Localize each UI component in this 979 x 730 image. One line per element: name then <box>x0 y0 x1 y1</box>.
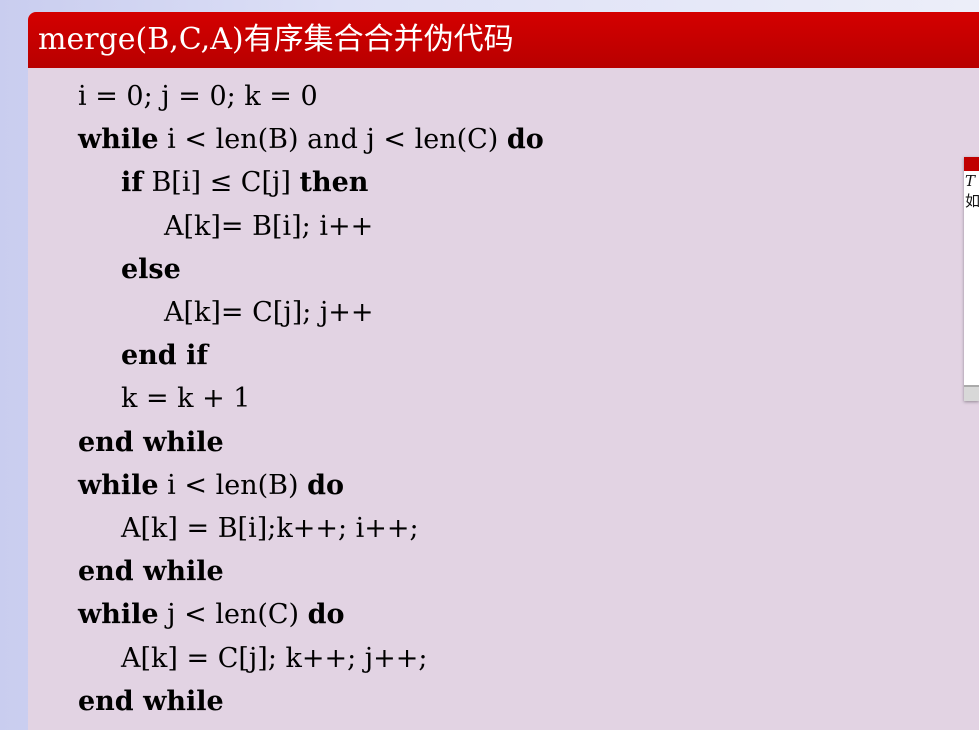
code-line: k = k + 1 <box>121 384 250 414</box>
code-keyword: then <box>299 167 369 199</box>
code-keyword: end if <box>121 340 208 372</box>
code-line: while j < len(C) do <box>78 600 345 630</box>
block-title: merge(B,C,A)有序集合合并伪代码 <box>28 12 979 68</box>
code-keyword: end while <box>78 556 224 588</box>
code-text: i = 0; j = 0; k = 0 <box>78 81 318 112</box>
code-line: end while <box>78 557 224 587</box>
popup-text-line-1: T <box>965 172 976 190</box>
code-line: else <box>121 253 181 285</box>
algorithm-block: merge(B,C,A)有序集合合并伪代码 i = 0; j = 0; k = … <box>28 12 979 730</box>
code-keyword: while <box>78 469 159 501</box>
code-line: end while <box>78 426 224 458</box>
code-line: i = 0; j = 0; k = 0 <box>78 82 318 112</box>
popup-window-fragment[interactable]: T 如 <box>964 157 979 401</box>
code-line: while i < len(B) do <box>78 469 344 501</box>
code-text: A[k]= B[i]; i++ <box>164 210 374 242</box>
code-keyword: if <box>121 167 143 199</box>
code-line: A[k]= C[j]; j++ <box>164 298 374 328</box>
code-text: B[i] ≤ C[j] <box>142 167 300 199</box>
code-line: end if <box>121 341 208 371</box>
code-line: if B[i] ≤ C[j] then <box>121 168 368 198</box>
code-keyword: end while <box>78 426 224 458</box>
popup-bottom-bar <box>964 385 979 401</box>
code-line: end while <box>78 685 224 717</box>
code-line: while i < len(B) and j < len(C) do <box>78 125 544 155</box>
popup-title-bar[interactable] <box>964 157 979 171</box>
code-keyword: end while <box>78 685 224 717</box>
code-line: A[k]= B[i]; i++ <box>164 210 374 242</box>
code-text: A[k] = B[i];k++; i++; <box>121 513 419 544</box>
code-line: A[k] = C[j]; k++; j++; <box>121 642 428 674</box>
code-text: A[k]= C[j]; j++ <box>164 297 374 328</box>
code-text: A[k] = C[j]; k++; j++; <box>121 642 428 674</box>
code-line: A[k] = B[i];k++; i++; <box>121 514 419 544</box>
code-keyword: do <box>307 599 345 631</box>
code-keyword: do <box>307 469 344 501</box>
code-text: k = k + 1 <box>121 383 251 415</box>
code-keyword: while <box>78 599 159 631</box>
code-text: j < len(C) <box>158 599 308 631</box>
code-text: i < len(B) <box>158 469 308 501</box>
code-keyword: else <box>121 253 181 285</box>
popup-text-line-2: 如 <box>965 192 979 210</box>
code-keyword: while <box>78 124 159 156</box>
code-text: i < len(B) and j < len(C) <box>158 124 507 156</box>
code-keyword: do <box>506 124 544 156</box>
